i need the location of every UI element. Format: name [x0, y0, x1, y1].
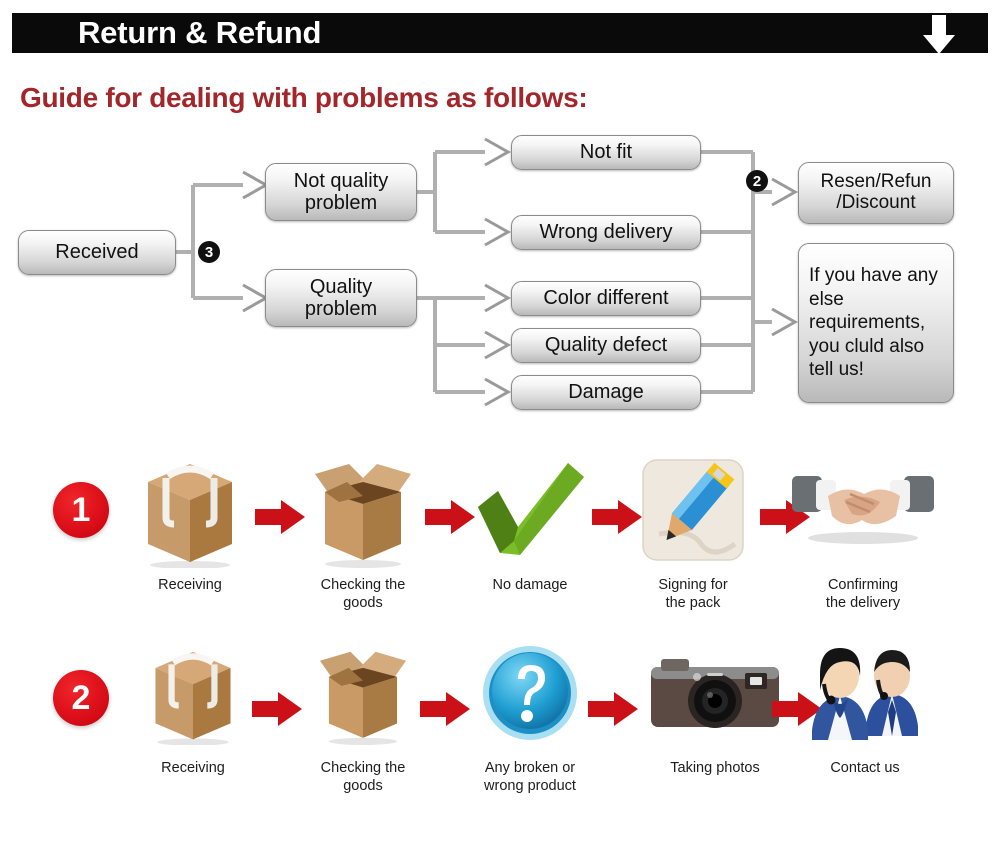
- process-row-2: 2 Receiving Checking the goods Any broke…: [0, 645, 1000, 840]
- badge-three: 3: [198, 241, 220, 263]
- down-arrow-icon: [923, 15, 955, 54]
- camera-icon: [640, 633, 790, 753]
- row-number-badge: 1: [53, 482, 109, 538]
- flow-node-not-quality-problem[interactable]: Not quality problem: [265, 163, 417, 221]
- step-confirming-delivery: Confirming the delivery: [788, 450, 938, 612]
- step-any-broken-or-wrong: Any broken or wrong product: [455, 633, 605, 795]
- red-right-arrow-icon: [588, 692, 638, 726]
- step-receiving: Receiving: [118, 633, 268, 777]
- green-check-icon: [455, 450, 605, 570]
- row-number-badge: 2: [53, 670, 109, 726]
- flow-node-damage[interactable]: Damage: [511, 375, 701, 410]
- step-signing-for-pack: Signing for the pack: [618, 450, 768, 612]
- step-label: Signing for the pack: [658, 577, 728, 612]
- open-box-icon: [288, 633, 438, 753]
- step-label: No damage: [492, 577, 568, 593]
- question-mark-icon: [455, 633, 605, 753]
- step-no-damage: No damage: [455, 450, 605, 594]
- step-label: Receiving: [161, 760, 225, 776]
- process-row-1: 1 Receiving Checking the goods No damage…: [0, 450, 1000, 645]
- pencil-signing-icon: [618, 450, 768, 570]
- flow-node-quality-problem[interactable]: Quality problem: [265, 269, 417, 327]
- flow-node-resend-refund-discount[interactable]: Resen/Refun /Discount: [798, 162, 954, 224]
- flow-node-wrong-delivery[interactable]: Wrong delivery: [511, 215, 701, 250]
- step-checking-goods: Checking the goods: [288, 450, 438, 612]
- guide-heading: Guide for dealing with problems as follo…: [20, 82, 588, 113]
- problem-flowchart: Received 3 Not quality problem Quality p…: [0, 130, 1000, 430]
- step-contact-us: Contact us: [790, 633, 940, 777]
- step-label: Receiving: [158, 577, 222, 593]
- flow-node-extra-requirements[interactable]: If you have any else requirements, you c…: [798, 243, 954, 403]
- flow-node-not-fit[interactable]: Not fit: [511, 135, 701, 170]
- support-agents-icon: [790, 633, 940, 753]
- sealed-box-icon: [115, 450, 265, 570]
- step-label: Checking the goods: [320, 760, 406, 795]
- return-refund-page: Return & Refund Guide for dealing with p…: [0, 0, 1000, 841]
- handshake-icon: [788, 450, 938, 570]
- step-label: Any broken or wrong product: [484, 760, 576, 795]
- step-label: Taking photos: [670, 760, 760, 776]
- badge-two: 2: [746, 170, 768, 192]
- step-label: Checking the goods: [320, 577, 406, 612]
- open-box-icon: [288, 450, 438, 570]
- page-title: Return & Refund: [78, 15, 322, 50]
- flow-node-color-different[interactable]: Color different: [511, 281, 701, 316]
- step-receiving: Receiving: [115, 450, 265, 594]
- step-checking-goods: Checking the goods: [288, 633, 438, 795]
- step-taking-photos: Taking photos: [640, 633, 790, 777]
- step-label: Confirming the delivery: [825, 577, 901, 612]
- step-label: Contact us: [830, 760, 900, 776]
- sealed-box-icon: [118, 633, 268, 753]
- flow-node-quality-defect[interactable]: Quality defect: [511, 328, 701, 363]
- flow-node-received[interactable]: Received: [18, 230, 176, 275]
